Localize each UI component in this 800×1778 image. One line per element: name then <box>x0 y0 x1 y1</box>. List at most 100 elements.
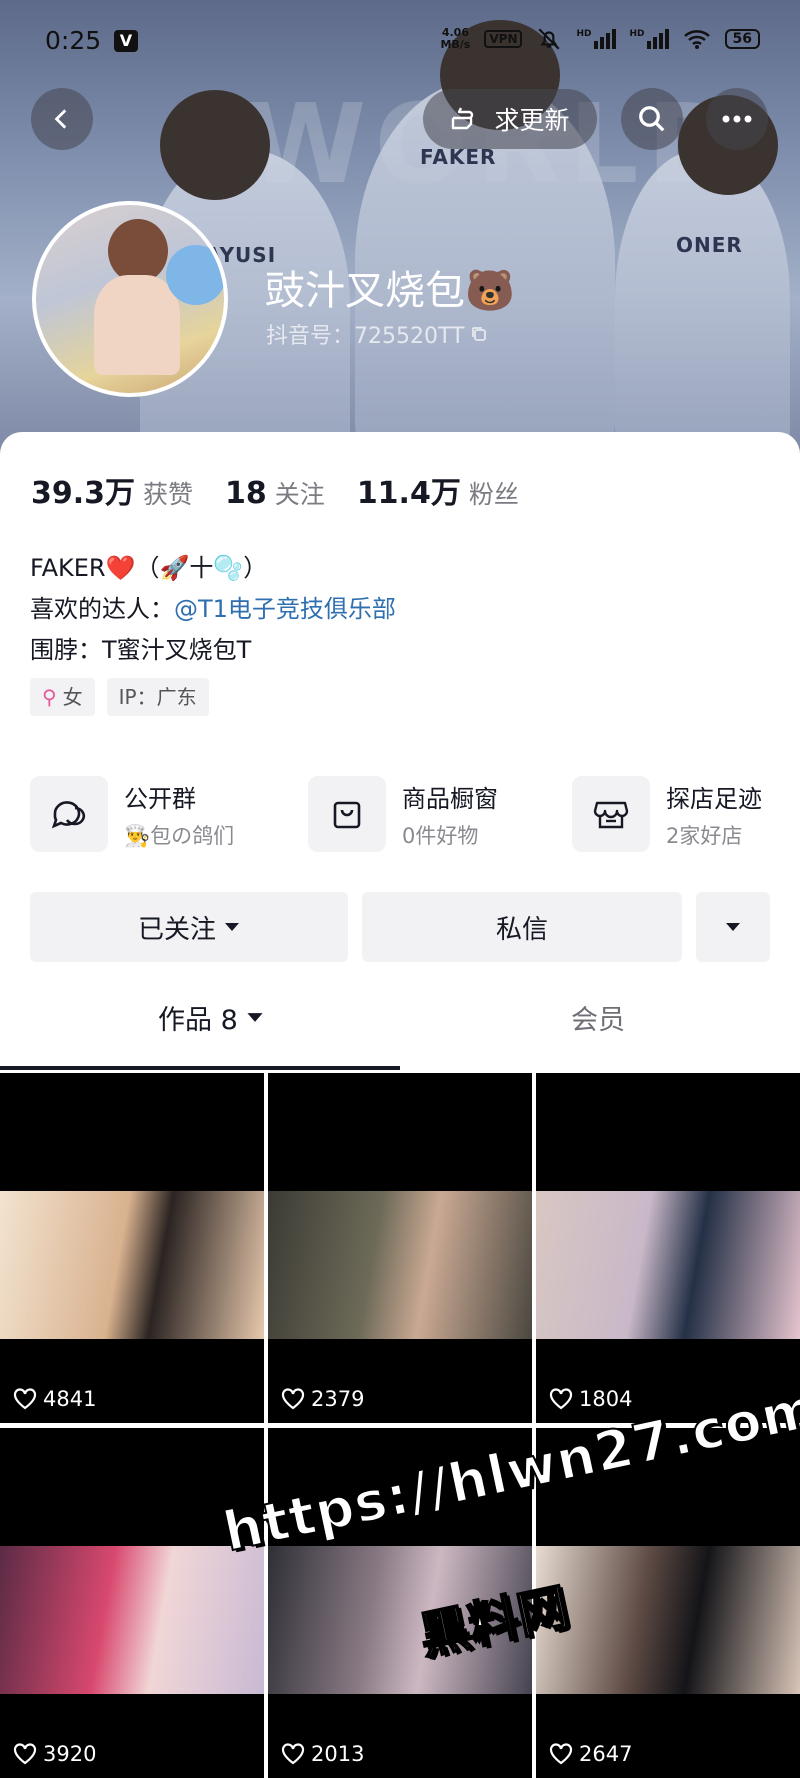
shortcut-product-window-text: 商品橱窗 0件好物 <box>402 779 498 850</box>
video-likes: 4841 <box>13 1387 96 1411</box>
video-cover-image <box>536 1191 800 1339</box>
avatar-person-body <box>94 275 180 375</box>
douyin-id-text: 抖音号：725520TT <box>266 324 465 349</box>
search-button[interactable] <box>621 88 683 150</box>
shortcut-public-group[interactable]: 公开群 👨‍🍳包の鸽们 <box>30 776 234 852</box>
bag-icon <box>308 776 386 852</box>
heart-icon <box>549 1743 573 1765</box>
profile-stats: 39.3万 获赞 18 关注 11.4万 粉丝 <box>31 468 519 512</box>
video-cover-image <box>536 1546 800 1694</box>
bio-line-2: 喜欢的达人：@T1电子竞技俱乐部 <box>30 589 396 630</box>
status-time: 0:25 <box>45 26 102 55</box>
tab-active-indicator <box>0 1066 400 1070</box>
stat-followers-label: 粉丝 <box>468 480 519 509</box>
search-icon <box>639 106 665 132</box>
shortcut-shop-visits-sub: 2家好店 <box>666 823 743 848</box>
status-bar: 0:25 V 4.06 MB/s VPN HD HD 56 <box>0 22 800 62</box>
heart-icon <box>281 1743 305 1765</box>
shortcut-shop-visits-title: 探店足迹 <box>666 784 762 813</box>
stat-likes[interactable]: 39.3万 获赞 <box>31 468 193 512</box>
status-app-badge: V <box>114 30 138 52</box>
signal-icon-2: HD <box>630 29 669 49</box>
signal-hd-label-1: HD <box>576 29 592 39</box>
network-speed: 4.06 MB/s <box>440 27 470 51</box>
copy-icon <box>472 327 487 341</box>
video-thumbnail[interactable]: 3920 <box>0 1428 264 1778</box>
shop-icon <box>572 776 650 852</box>
heart-icon <box>13 1388 37 1410</box>
gender-text: 女 <box>62 685 83 709</box>
more-actions-dropdown-button[interactable] <box>696 892 770 962</box>
heart-icon <box>281 1388 305 1410</box>
video-likes: 3920 <box>13 1742 96 1766</box>
shortcut-product-window-title: 商品橱窗 <box>402 784 498 813</box>
profile-shortcuts: 公开群 👨‍🍳包の鸽们 商品橱窗 0件好物 探店足迹 2家好店 <box>30 776 780 856</box>
background-person-left-head <box>160 90 270 200</box>
avatar[interactable] <box>32 201 228 397</box>
more-dots-icon <box>722 115 752 123</box>
request-update-button[interactable]: 求更新 <box>423 89 597 149</box>
wifi-icon <box>683 30 710 49</box>
ip-location-tag: IP：广东 <box>106 678 209 716</box>
bio-mention-link[interactable]: @T1电子竞技俱乐部 <box>174 595 396 623</box>
video-thumbnail[interactable]: 1804 <box>536 1073 800 1423</box>
jersey-text-right: ONER <box>676 233 743 257</box>
profile-tags: ⚲ 女 IP：广东 <box>30 678 209 716</box>
heart-icon <box>13 1743 37 1765</box>
network-speed-unit: MB/s <box>440 38 471 51</box>
caret-down-icon <box>247 1013 263 1022</box>
background-person-right <box>615 150 790 460</box>
profile-info-card: 39.3万 获赞 18 关注 11.4万 粉丝 FAKER❤️（🚀十🫧） 喜欢的达人：… <box>0 432 800 1072</box>
following-button[interactable]: 已关注 <box>30 892 348 962</box>
message-button-label: 私信 <box>495 914 548 945</box>
stat-following-label: 关注 <box>274 480 325 509</box>
pointing-hand-icon <box>452 107 474 130</box>
stat-likes-num: 39.3万 <box>31 476 136 511</box>
video-thumbnail[interactable]: 4841 <box>0 1073 264 1423</box>
more-options-button[interactable] <box>706 88 768 150</box>
profile-nickname: 豉汁叉烧包🐻 <box>265 268 515 314</box>
shortcut-public-group-title: 公开群 <box>124 784 196 813</box>
douyin-id[interactable]: 抖音号：725520TT <box>266 318 488 350</box>
chevron-left-icon <box>54 109 67 129</box>
tab-works-label: 作品 8 <box>158 1005 238 1036</box>
message-button[interactable]: 私信 <box>362 892 682 962</box>
stat-followers[interactable]: 11.4万 粉丝 <box>357 468 519 512</box>
video-likes-count: 3920 <box>43 1742 97 1766</box>
shortcut-public-group-text: 公开群 👨‍🍳包の鸽们 <box>124 779 234 850</box>
caret-down-icon <box>726 923 740 931</box>
video-likes: 2379 <box>281 1387 364 1411</box>
tab-member[interactable]: 会员 <box>571 998 625 1037</box>
video-likes-count: 2647 <box>579 1742 633 1766</box>
stat-followers-num: 11.4万 <box>356 476 461 511</box>
back-button[interactable] <box>31 88 93 150</box>
video-likes-count: 2379 <box>311 1387 365 1411</box>
shortcut-product-window-sub: 0件好物 <box>402 823 479 848</box>
content-tabs: 作品 8 会员 <box>0 980 800 1070</box>
video-thumbnail[interactable]: 2379 <box>268 1073 532 1423</box>
following-button-label: 已关注 <box>137 914 216 945</box>
stat-following-num: 18 <box>225 476 267 511</box>
tab-works[interactable]: 作品 8 <box>158 998 264 1037</box>
avatar-person <box>108 219 168 283</box>
video-likes-count: 4841 <box>43 1387 97 1411</box>
vpn-icon: VPN <box>484 30 523 48</box>
video-likes-count: 1804 <box>579 1387 633 1411</box>
stat-likes-label: 获赞 <box>143 480 194 509</box>
female-icon: ⚲ <box>42 685 57 709</box>
stat-following[interactable]: 18 关注 <box>225 475 325 511</box>
mute-bell-icon <box>538 28 561 50</box>
battery-icon: 56 <box>724 29 760 49</box>
shortcut-shop-visits[interactable]: 探店足迹 2家好店 <box>572 776 762 852</box>
bio-line-1: FAKER❤️（🚀十🫧） <box>30 554 268 582</box>
status-icons: 4.06 MB/s VPN HD HD 56 <box>440 26 760 52</box>
chat-icon <box>30 776 108 852</box>
video-cover-image <box>268 1191 532 1339</box>
shortcut-product-window[interactable]: 商品橱窗 0件好物 <box>308 776 498 852</box>
caret-down-icon <box>225 923 239 931</box>
video-likes: 2647 <box>549 1742 632 1766</box>
heart-icon <box>549 1388 573 1410</box>
video-likes: 1804 <box>549 1387 632 1411</box>
avatar-plush-toy <box>166 245 224 305</box>
request-update-label: 求更新 <box>494 106 570 135</box>
